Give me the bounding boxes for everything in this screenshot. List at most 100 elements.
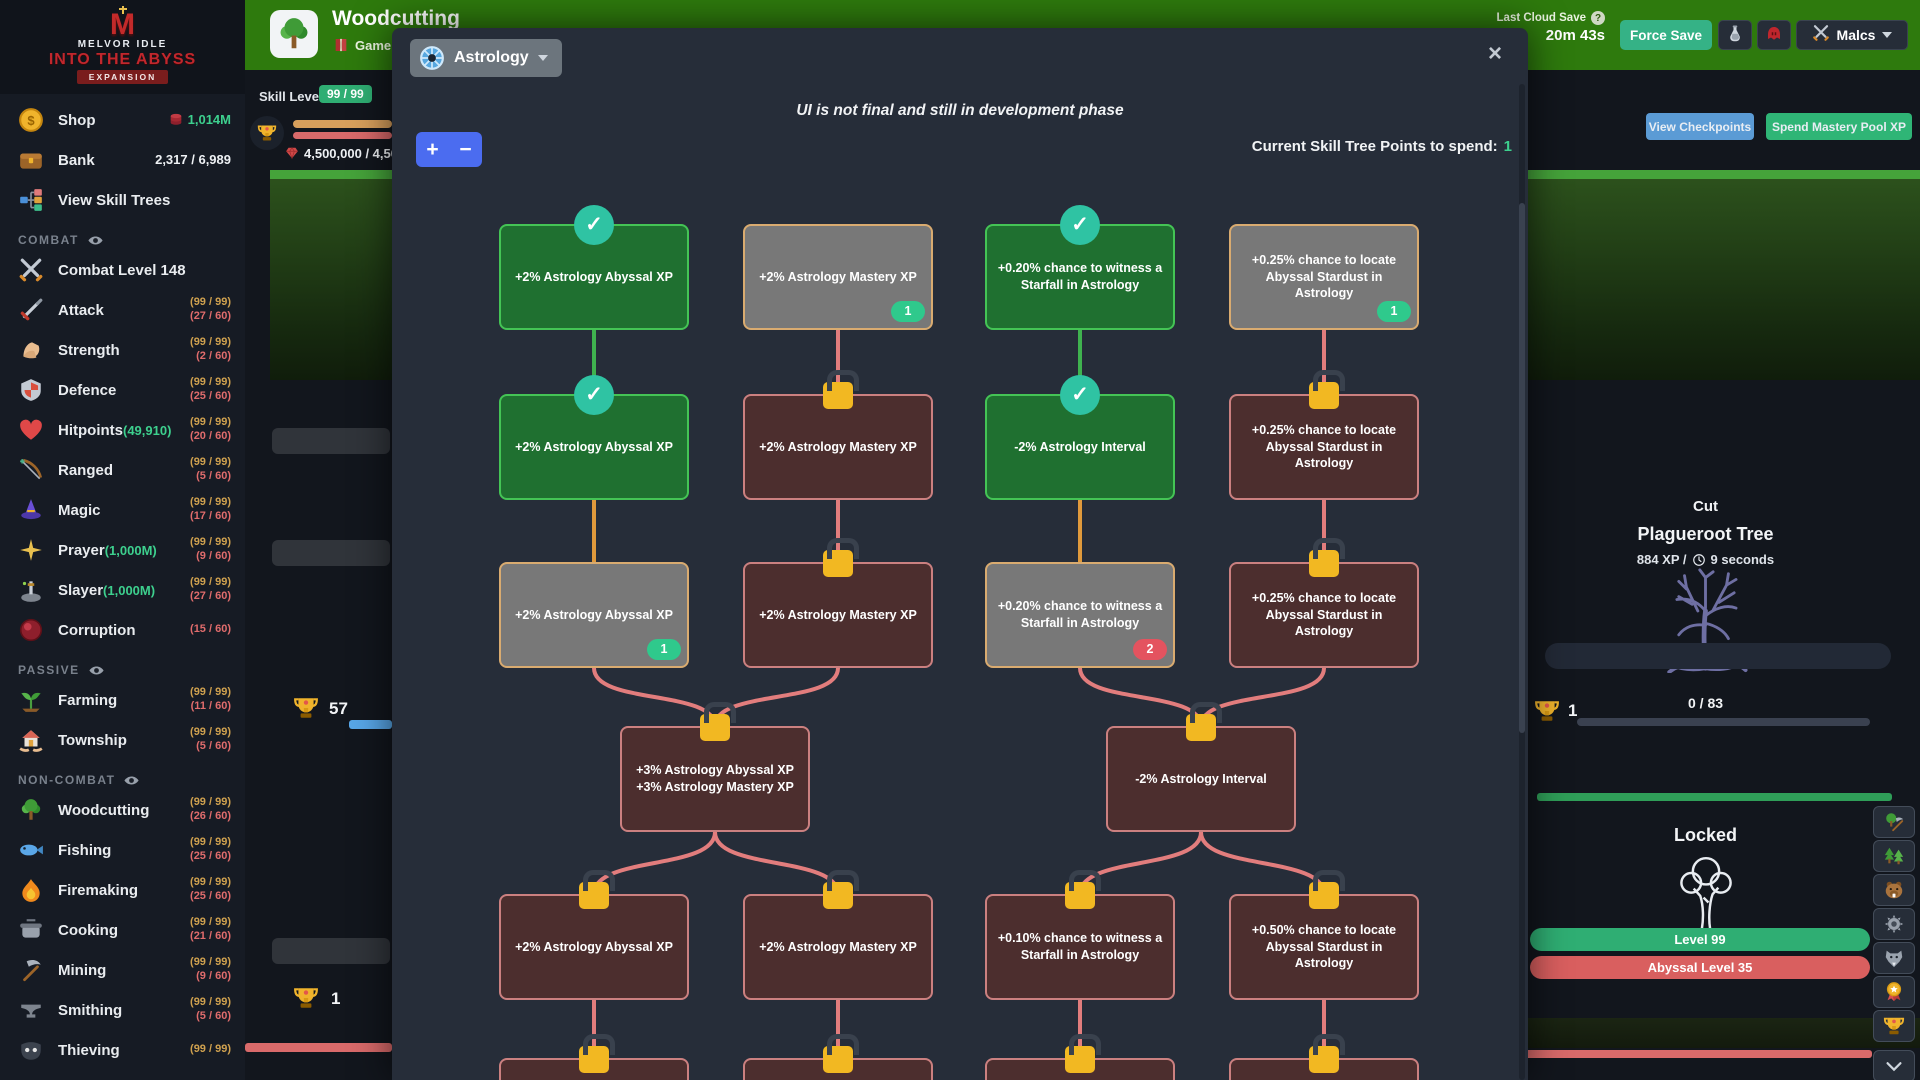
sidebar-item-firemaking[interactable]: Firemaking(99 / 99)(25 / 60) — [0, 870, 245, 910]
sidebar-item-smithing[interactable]: Smithing(99 / 99)(5 / 60) — [0, 990, 245, 1030]
character-menu-button[interactable]: Malcs — [1796, 20, 1908, 50]
sidebar-item-woodcutting[interactable]: Woodcutting(99 / 99)(26 / 60) — [0, 790, 245, 830]
slayer-icon — [18, 577, 44, 603]
skill-tree-node[interactable] — [1229, 1058, 1419, 1080]
abyssal-bar-right — [1520, 1050, 1872, 1058]
sidebar-item-bank[interactable]: Bank2,317 / 6,989 — [0, 140, 245, 180]
sidebar-item-slayer[interactable]: Slayer(1,000M)(99 / 99)(27 / 60) — [0, 570, 245, 610]
sidebar-item-shop[interactable]: $Shop1,014M — [0, 100, 245, 140]
eye-icon[interactable] — [123, 772, 140, 789]
locked-card-title: Locked — [1528, 825, 1883, 846]
rail-button-wolf[interactable] — [1873, 942, 1915, 974]
skill-tree-node[interactable]: +0.25% chance to locate Abyssal Stardust… — [1229, 394, 1419, 500]
skill-tree-node[interactable] — [499, 1058, 689, 1080]
cut-action-label: Cut — [1528, 498, 1883, 515]
rail-button-trophy[interactable] — [1873, 1010, 1915, 1042]
skill-tree-node[interactable]: +2% Astrology Abyssal XP1 — [499, 562, 689, 668]
tree-xp-info: 884 XP / 9 seconds — [1528, 552, 1883, 567]
sidebar-item-township[interactable]: Township(99 / 99)(5 / 60) — [0, 720, 245, 760]
sidebar-item-corruption[interactable]: Corruption(15 / 60) — [0, 610, 245, 650]
skill-tree-node[interactable]: -2% Astrology Interval — [1106, 726, 1296, 832]
node-effect-text: +2% Astrology Mastery XP — [759, 439, 917, 456]
sidebar-item-combat-level[interactable]: Combat Level 148 — [0, 250, 245, 290]
skill-tree-node[interactable]: +2% Astrology Abyssal XP — [499, 894, 689, 1000]
sidebar-item-farming[interactable]: Farming(99 / 99)(11 / 60) — [0, 680, 245, 720]
sidebar-item-label: Magic — [58, 502, 101, 519]
rail-button-medal[interactable] — [1873, 976, 1915, 1008]
sidebar-item-mining[interactable]: Mining(99 / 99)(9 / 60) — [0, 950, 245, 990]
skill-tree-node[interactable] — [743, 1058, 933, 1080]
eye-icon[interactable] — [88, 662, 105, 679]
locked-tree-icon — [1665, 850, 1747, 932]
skill-tree-node[interactable]: +0.50% chance to locate Abyssal Stardust… — [1229, 894, 1419, 1000]
skill-tree-node[interactable]: +3% Astrology Abyssal XP+3% Astrology Ma… — [620, 726, 810, 832]
rail-collapse-button[interactable] — [1873, 1050, 1915, 1080]
skill-level-badge: 99 / 99 — [319, 85, 372, 103]
abyss-coins-icon — [168, 112, 184, 128]
tree-icon — [18, 797, 44, 823]
sidebar-item-magic[interactable]: Magic(99 / 99)(17 / 60) — [0, 490, 245, 530]
skill-tree-node[interactable]: +2% Astrology Mastery XP — [743, 562, 933, 668]
sidebar-item-view-skill-trees[interactable]: View Skill Trees — [0, 180, 245, 220]
skill-tree-node[interactable]: +2% Astrology Mastery XP — [743, 394, 933, 500]
skill-tree-node[interactable]: +2% Astrology Mastery XP1 — [743, 224, 933, 330]
help-icon[interactable]: ? — [1591, 11, 1605, 25]
skill-tree-node[interactable] — [985, 1058, 1175, 1080]
skill-tree-node[interactable]: +2% Astrology Mastery XP — [743, 894, 933, 1000]
crossed-swords-icon — [18, 257, 44, 283]
duration-value: 9 seconds — [1711, 552, 1775, 567]
sidebar-item-fishing[interactable]: Fishing(99 / 99)(25 / 60) — [0, 830, 245, 870]
skill-tree-node[interactable]: +2% Astrology Abyssal XP✓ — [499, 224, 689, 330]
skill-tree-node[interactable]: +0.25% chance to locate Abyssal Stardust… — [1229, 224, 1419, 330]
sidebar-item-value: (49,910) — [123, 423, 171, 438]
sidebar-item-attack[interactable]: Attack(99 / 99)(27 / 60) — [0, 290, 245, 330]
fish-icon — [18, 837, 44, 863]
skill-tree-node[interactable]: -2% Astrology Interval✓ — [985, 394, 1175, 500]
sidebar-item-ranged[interactable]: Ranged(99 / 99)(5 / 60) — [0, 450, 245, 490]
skill-tree-node[interactable]: +0.20% chance to witness a Starfall in A… — [985, 562, 1175, 668]
lock-icon — [579, 882, 609, 909]
node-effect-text: +2% Astrology Abyssal XP — [515, 439, 673, 456]
rail-button-beaver[interactable] — [1873, 874, 1915, 906]
points-spent-badge: 2 — [1133, 639, 1167, 660]
book-icon — [333, 37, 349, 53]
xp-progress-bar-right — [1528, 170, 1920, 179]
sidebar-item-stats: (99 / 99)(25 / 60) — [190, 876, 231, 904]
sidebar-item-prayer[interactable]: Prayer(1,000M)(99 / 99)(9 / 60) — [0, 530, 245, 570]
eye-icon[interactable] — [87, 232, 104, 249]
equipment-button[interactable] — [1757, 20, 1791, 50]
mastery-bar-gold — [293, 120, 392, 128]
node-effect-text: +2% Astrology Mastery XP — [759, 269, 917, 286]
spend-mastery-pool-button[interactable]: Spend Mastery Pool XP — [1766, 113, 1912, 140]
modal-scrollbar-thumb[interactable] — [1519, 203, 1525, 733]
sidebar-item-stats: (99 / 99)(5 / 60) — [190, 456, 231, 484]
skill-tree-node[interactable]: +0.20% chance to witness a Starfall in A… — [985, 224, 1175, 330]
rail-button-tree-pickaxe[interactable] — [1873, 806, 1915, 838]
pot-icon — [18, 917, 44, 943]
xp-value: 884 XP / — [1637, 552, 1687, 567]
anvil-icon — [18, 997, 44, 1023]
rail-button-pine-trees[interactable] — [1873, 840, 1915, 872]
orb-icon — [18, 617, 44, 643]
gear-icon — [1883, 913, 1905, 935]
rail-button-gear[interactable] — [1873, 908, 1915, 940]
woodcutting-skill-icon — [270, 10, 318, 58]
sidebar-item-cooking[interactable]: Cooking(99 / 99)(21 / 60) — [0, 910, 245, 950]
node-effect-text: +0.25% chance to locate Abyssal Stardust… — [1241, 590, 1407, 641]
skill-tree-node[interactable]: +0.25% chance to locate Abyssal Stardust… — [1229, 562, 1419, 668]
force-save-button[interactable]: Force Save — [1620, 20, 1712, 50]
skill-tree-modal: Astrology × UI is not final and still in… — [392, 28, 1528, 1080]
sidebar-item-thieving[interactable]: Thieving(99 / 99) — [0, 1030, 245, 1070]
node-effect-text: +3% Astrology Abyssal XP — [636, 762, 794, 779]
skill-tree-node[interactable]: +2% Astrology Abyssal XP✓ — [499, 394, 689, 500]
sidebar-item-stats: (99 / 99)(21 / 60) — [190, 916, 231, 944]
trophy-icon — [257, 123, 277, 143]
sidebar-item-defence[interactable]: Defence(99 / 99)(25 / 60) — [0, 370, 245, 410]
sidebar-item-strength[interactable]: Strength(99 / 99)(2 / 60) — [0, 330, 245, 370]
sidebar-item-hitpoints[interactable]: Hitpoints(49,910)(99 / 99)(20 / 60) — [0, 410, 245, 450]
sidebar-item-stats: (99 / 99)(25 / 60) — [190, 376, 231, 404]
view-checkpoints-button[interactable]: View Checkpoints — [1646, 113, 1754, 140]
required-abyssal-level-bar: Abyssal Level 35 — [1530, 956, 1870, 979]
potion-button[interactable] — [1718, 20, 1752, 50]
skill-tree-node[interactable]: +0.10% chance to witness a Starfall in A… — [985, 894, 1175, 1000]
